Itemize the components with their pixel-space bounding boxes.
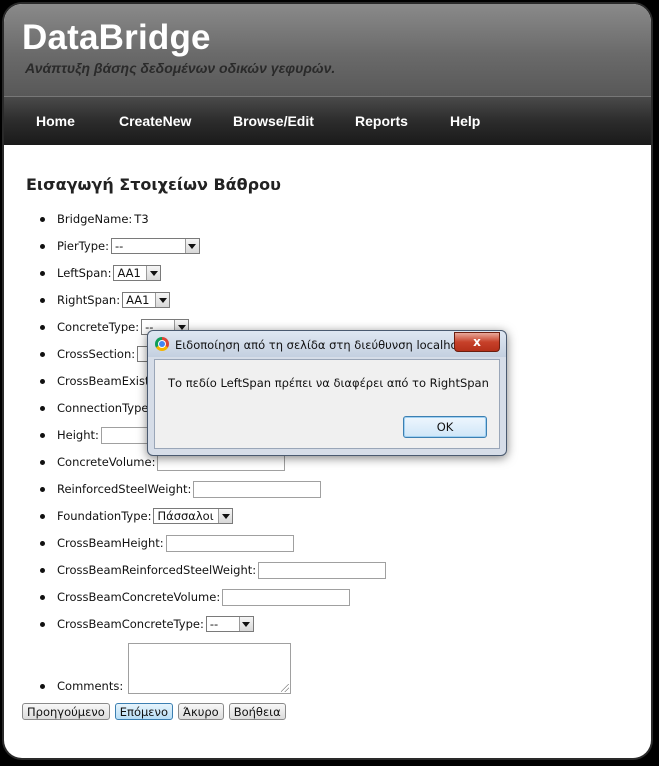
right-span-value: AA1: [126, 293, 150, 307]
reinforced-steel-weight-input[interactable]: [193, 480, 322, 498]
bullet: [40, 459, 45, 465]
field-cross-beam-height: CrossBeamHeight:: [40, 532, 294, 554]
field-left-span: LeftSpan: AA1: [40, 262, 162, 284]
cross-beam-exists-label: CrossBeamExists: [57, 374, 156, 388]
close-button[interactable]: x: [454, 332, 500, 352]
field-bridge-name: BridgeName: T3: [40, 208, 149, 230]
nav-reports[interactable]: Reports: [355, 113, 408, 129]
cross-beam-concrete-type-select[interactable]: --: [205, 616, 254, 632]
chrome-icon: [155, 337, 169, 351]
bullet: [40, 351, 45, 357]
concrete-volume-input[interactable]: [157, 453, 286, 471]
concrete-type-label: ConcreteType:: [57, 320, 140, 334]
cross-beam-concrete-type-label: CrossBeamConcreteType:: [57, 617, 204, 631]
cross-beam-height-label: CrossBeamHeight:: [57, 536, 164, 550]
pier-type-select[interactable]: --: [110, 238, 200, 254]
cross-beam-height-input[interactable]: [165, 534, 294, 552]
left-span-label: LeftSpan:: [57, 266, 112, 280]
bridge-name-label: BridgeName:: [57, 212, 133, 226]
site-title: DataBridge: [22, 18, 211, 57]
chevron-down-icon: [184, 239, 199, 253]
chevron-down-icon: [155, 293, 170, 307]
main-nav: Home CreateNew Browse/Edit Reports Help: [4, 96, 651, 145]
bullet: [40, 324, 45, 330]
cross-beam-reinforced-steel-weight-input[interactable]: [258, 561, 387, 579]
field-connection-type: ConnectionType: [40, 397, 150, 419]
bullet: [40, 297, 45, 303]
nav-home[interactable]: Home: [36, 113, 75, 129]
bullet: [40, 486, 45, 492]
cross-section-label: CrossSection:: [57, 347, 136, 361]
field-comments: Comments:: [40, 638, 292, 694]
cross-beam-concrete-volume-input[interactable]: [222, 588, 351, 606]
field-foundation-type: FoundationType: Πάσσαλοι: [40, 505, 234, 527]
bullet: [40, 540, 45, 546]
field-pier-type: PierType: --: [40, 235, 200, 257]
reinforced-steel-weight-label: ReinforcedSteelWeight:: [57, 482, 192, 496]
foundation-type-value: Πάσσαλοι: [157, 509, 214, 523]
cross-beam-concrete-volume-label: CrossBeamConcreteVolume:: [57, 590, 221, 604]
help-button[interactable]: Βοήθεια: [228, 703, 286, 720]
cross-beam-reinforced-steel-weight-label: CrossBeamReinforcedSteelWeight:: [57, 563, 257, 577]
connection-type-label: ConnectionType: [57, 401, 149, 415]
left-span-select[interactable]: AA1: [113, 265, 162, 281]
comments-textarea[interactable]: [128, 643, 292, 694]
pier-type-label: PierType:: [57, 239, 109, 253]
cancel-button[interactable]: Άκυρο: [177, 703, 224, 720]
right-span-select[interactable]: AA1: [122, 292, 171, 308]
field-cross-beam-reinforced-steel-weight: CrossBeamReinforcedSteelWeight:: [40, 559, 387, 581]
bullet: [40, 405, 45, 411]
field-cross-beam-concrete-volume: CrossBeamConcreteVolume:: [40, 586, 351, 608]
field-reinforced-steel-weight: ReinforcedSteelWeight:: [40, 478, 322, 500]
concrete-volume-label: ConcreteVolume:: [57, 455, 156, 469]
nav-createnew[interactable]: CreateNew: [119, 113, 191, 129]
site-subtitle: Ανάπτυξη βάσης δεδομένων οδικών γεφυρών.: [25, 60, 336, 76]
left-span-value: AA1: [117, 266, 141, 280]
field-right-span: RightSpan: AA1: [40, 289, 171, 311]
field-height: Height:: [40, 424, 161, 446]
next-button[interactable]: Επόμενο: [114, 703, 173, 720]
chevron-down-icon: [238, 617, 253, 631]
bullet: [40, 621, 45, 627]
bullet: [40, 216, 45, 222]
bullet: [40, 513, 45, 519]
foundation-type-select[interactable]: Πάσσαλοι: [153, 508, 234, 524]
bullet: [40, 567, 45, 573]
bridge-name-value: T3: [134, 212, 149, 226]
close-icon: x: [473, 335, 481, 349]
field-cross-beam-concrete-type: CrossBeamConcreteType: --: [40, 613, 254, 635]
chevron-down-icon: [146, 266, 161, 280]
bullet: [40, 684, 45, 689]
site-header: DataBridge Ανάπτυξη βάσης δεδομένων οδικ…: [4, 4, 651, 96]
comments-label: Comments:: [57, 679, 124, 693]
bullet: [40, 432, 45, 438]
foundation-type-label: FoundationType:: [57, 509, 152, 523]
bullet: [40, 243, 45, 249]
bullet: [40, 378, 45, 384]
dialog-message: Το πεδίο LeftSpan πρέπει να διαφέρει από…: [168, 376, 489, 390]
cross-beam-concrete-type-value: --: [209, 617, 219, 631]
form-buttons: Προηγούμενο Επόμενο Άκυρο Βοήθεια: [22, 703, 286, 720]
field-cross-beam-exists: CrossBeamExists: [40, 370, 158, 392]
ok-button[interactable]: OK: [403, 416, 487, 438]
previous-button[interactable]: Προηγούμενο: [22, 703, 110, 720]
dialog-titlebar[interactable]: Ειδοποίηση από τη σελίδα στη διεύθυνση l…: [148, 331, 506, 357]
bullet: [40, 594, 45, 600]
pier-type-value: --: [114, 239, 124, 253]
nav-help[interactable]: Help: [450, 113, 480, 129]
bullet: [40, 270, 45, 276]
chevron-down-icon: [218, 509, 233, 523]
nav-browse-edit[interactable]: Browse/Edit: [233, 113, 314, 129]
dialog-title: Ειδοποίηση από τη σελίδα στη διεύθυνση l…: [175, 338, 469, 352]
alert-dialog: Ειδοποίηση από τη σελίδα στη διεύθυνση l…: [147, 330, 507, 456]
resize-grip-icon[interactable]: [281, 684, 290, 692]
page-title: Εισαγωγή Στοιχείων Βάθρου: [26, 175, 281, 194]
right-span-label: RightSpan:: [57, 293, 121, 307]
height-label: Height:: [57, 428, 99, 442]
dialog-body: Το πεδίο LeftSpan πρέπει να διαφέρει από…: [154, 359, 500, 449]
